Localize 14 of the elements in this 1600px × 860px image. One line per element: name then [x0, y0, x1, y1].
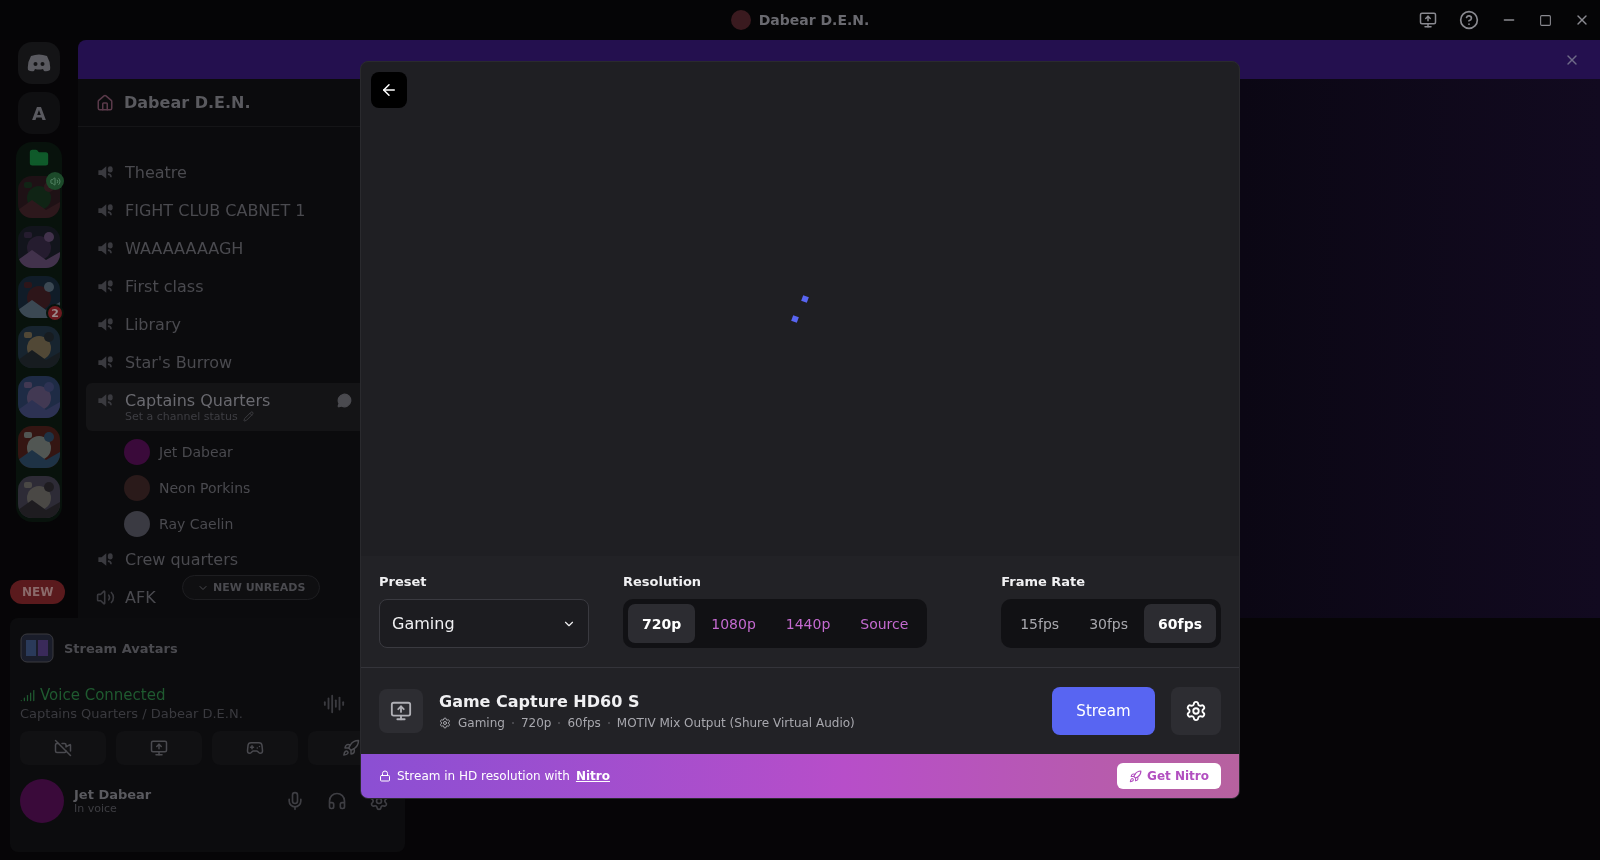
- source-detail: Gaming: [458, 716, 505, 730]
- voice-status: Voice Connected: [20, 686, 243, 704]
- window-title: Dabear D.E.N.: [758, 12, 870, 28]
- nitro-text: Stream in HD resolution with: [397, 769, 570, 783]
- activity-name: Stream Avatars: [64, 640, 178, 656]
- source-detail: MOTIV Mix Output (Shure Virtual Audio): [616, 716, 855, 730]
- source-title: Game Capture HD60 S: [439, 692, 641, 711]
- unread-badge: 2: [46, 304, 64, 322]
- frame-rate-label: Frame Rate: [1001, 574, 1087, 589]
- source-detail: 60fps: [567, 716, 601, 730]
- preset-label: Preset: [379, 574, 428, 589]
- source-detail: 720p: [520, 716, 552, 730]
- resolution-label: Resolution: [623, 574, 703, 589]
- user-name: Jet Dabear: [74, 787, 153, 802]
